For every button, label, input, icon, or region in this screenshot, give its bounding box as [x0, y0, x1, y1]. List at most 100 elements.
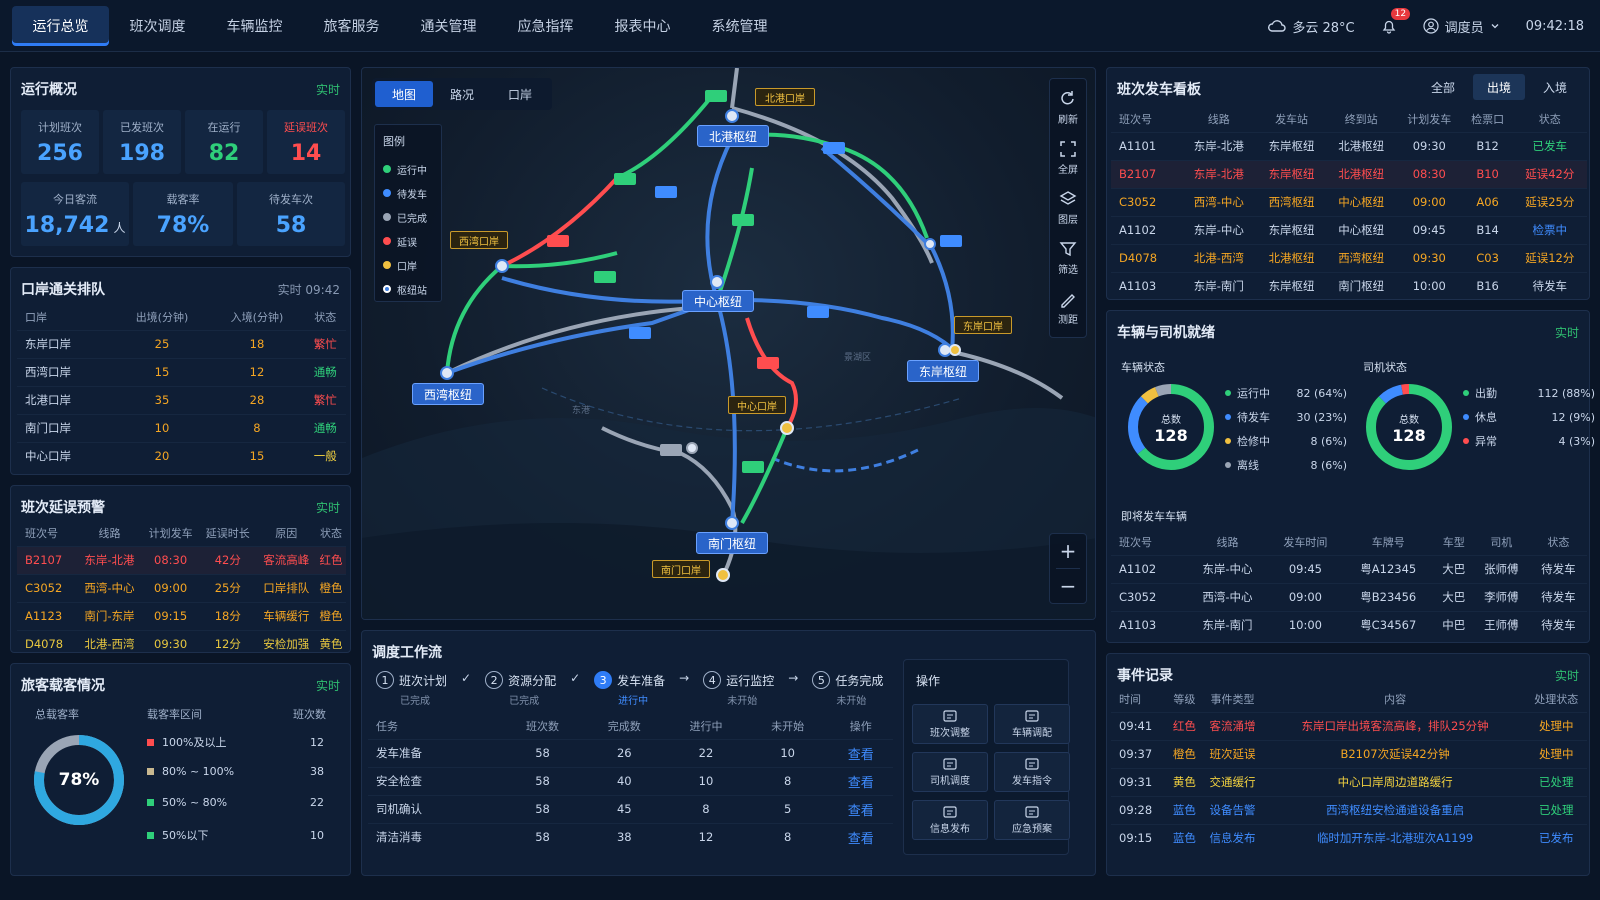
hub-label-west[interactable]: 西湾枢纽 — [412, 383, 484, 405]
table-row[interactable]: 安全检查 58 40 10 8 查看 — [368, 766, 893, 795]
table-cell: 延误42分 — [1512, 159, 1587, 188]
table-row[interactable]: 司机确认 58 45 8 5 查看 — [368, 794, 893, 823]
table-cell: 45 — [583, 794, 666, 823]
view-link[interactable]: 查看 — [828, 822, 893, 851]
map-tab[interactable]: 口岸 — [491, 81, 549, 107]
operation-button[interactable]: 发车指令 — [994, 752, 1070, 792]
table-cell: 中心口岸周边道路缓行 — [1264, 767, 1526, 796]
port-label-north[interactable]: 北港口岸 — [755, 88, 815, 106]
table-row[interactable]: 09:31 黄色 交通缓行 中心口岸周边道路缓行 已处理 — [1111, 767, 1587, 796]
bus-icon — [660, 444, 682, 456]
legend-label: 待发车 — [397, 189, 427, 201]
map-tool-refresh[interactable]: 刷新 — [1050, 83, 1086, 133]
table-cell: 38 — [583, 822, 666, 851]
table-row[interactable]: 09:41 红色 客流涌增 东岸口岸出境客流高峰，排队25分钟 处理中 — [1111, 711, 1587, 740]
user-menu[interactable]: 调度员 — [1422, 17, 1500, 36]
table-row[interactable]: A1101 东岸-北港 东岸枢纽 北港枢纽 09:30 B12 已发车 — [1111, 131, 1587, 160]
status-legend-label: 异常 — [1475, 435, 1497, 448]
table-row[interactable]: B2107 东岸-北港 东岸枢纽 北港枢纽 08:30 B10 延误42分 — [1111, 159, 1587, 188]
table-row[interactable]: D4078 北港-西湾 北港枢纽 西湾枢纽 09:30 C03 延误12分 — [1111, 243, 1587, 272]
table-row[interactable]: 北港口岸 35 28 繁忙 — [17, 385, 346, 414]
nav-tab[interactable]: 班次调度 — [109, 6, 206, 46]
port-label-west[interactable]: 西湾口岸 — [450, 231, 508, 249]
map-tool-ruler[interactable]: 测距 — [1050, 283, 1086, 333]
map-tool-fullscreen[interactable]: 全屏 — [1050, 133, 1086, 183]
board-tab[interactable]: 出境 — [1473, 74, 1525, 100]
workflow-step[interactable]: 5 任务完成 未开始 — [812, 671, 883, 707]
workflow-step[interactable]: 1 班次计划 已完成 — [376, 671, 447, 707]
map-tab[interactable]: 路况 — [433, 81, 491, 107]
map-tab[interactable]: 地图 — [375, 81, 433, 107]
table-row[interactable]: 中心口岸 20 15 一般 — [17, 441, 346, 470]
load-range-row: 50% ~ 80% 22 — [147, 796, 337, 809]
map-tool-layers[interactable]: 图层 — [1050, 183, 1086, 233]
table-cell: 发车准备 — [368, 738, 502, 767]
table-row[interactable]: A1123 南门-东岸 09:15 18分 车辆缓行 橙色 — [17, 601, 346, 630]
nav-tab[interactable]: 报表中心 — [594, 6, 691, 46]
column-header: 状态 — [314, 310, 337, 324]
legend-swatch — [147, 831, 154, 839]
table-row[interactable]: C3052 西湾-中心 09:00 25分 口岸排队 橙色 — [17, 573, 346, 602]
operation-button[interactable]: 班次调整 — [912, 704, 988, 744]
board-tab[interactable]: 入境 — [1529, 74, 1581, 100]
legend-dot — [383, 213, 391, 221]
operation-label: 司机调度 — [930, 775, 970, 787]
weather-text: 多云 28°C — [1292, 20, 1355, 36]
view-link[interactable]: 查看 — [828, 738, 893, 767]
table-row[interactable]: C3052 西湾-中心 09:00 粤B23456 大巴 李师傅 待发车 — [1111, 582, 1587, 611]
table-row[interactable]: 09:28 蓝色 设备告警 西湾枢纽安检通道设备重启 已处理 — [1111, 795, 1587, 824]
table-row[interactable]: A1103 东岸-南门 10:00 粤C34567 中巴 王师傅 待发车 — [1111, 610, 1587, 639]
hub-label-south[interactable]: 南门枢纽 — [696, 532, 768, 554]
view-link[interactable]: 查看 — [828, 794, 893, 823]
hub-label-east[interactable]: 东岸枢纽 — [907, 360, 979, 382]
table-row[interactable]: 发车准备 58 26 22 10 查看 — [368, 738, 893, 767]
table-row[interactable]: 09:15 蓝色 信息发布 临时加开东岸-北港班次A1199 已发布 — [1111, 823, 1587, 852]
operation-button[interactable]: 应急预案 — [994, 800, 1070, 840]
load-panel: 旅客载客情况 实时 总载客率 载客率区间 班次数 78% 100%及以上 12 80… — [10, 663, 351, 876]
port-label-center[interactable]: 中心口岸 — [728, 396, 786, 414]
route-map[interactable]: 景湖区 东港 北港枢纽 中心枢纽 西湾枢纽 东岸枢纽 南门枢纽 北港口岸 西湾口… — [361, 67, 1096, 620]
workflow-step[interactable]: 3 发车准备 进行中 — [594, 671, 665, 707]
event-log-live-tag: 实时 — [1554, 669, 1579, 683]
nav-tab[interactable]: 通关管理 — [400, 6, 497, 46]
table-cell: 蓝色 — [1168, 795, 1201, 824]
overview-live-tag: 实时 — [315, 83, 340, 97]
table-row[interactable]: A1103 东岸-南门 东岸枢纽 南门枢纽 10:00 B16 待发车 — [1111, 271, 1587, 300]
port-label-east[interactable]: 东岸口岸 — [954, 316, 1012, 334]
table-row[interactable]: B2107 东岸-北港 08:30 42分 客流高峰 红色 — [17, 545, 346, 574]
operation-button[interactable]: 信息发布 — [912, 800, 988, 840]
hub-label-center[interactable]: 中心枢纽 — [682, 290, 754, 312]
table-row[interactable]: C3052 西湾-中心 西湾枢纽 中心枢纽 09:00 A06 延误25分 — [1111, 187, 1587, 216]
zoom-out-button[interactable]: − — [1050, 569, 1086, 603]
workflow-step[interactable]: 4 运行监控 未开始 — [703, 671, 774, 707]
nav-tab[interactable]: 运行总览 — [12, 6, 109, 46]
table-cell: 已发车 — [1512, 131, 1587, 160]
nav-tab[interactable]: 车辆监控 — [206, 6, 303, 46]
nav-tab[interactable]: 旅客服务 — [303, 6, 400, 46]
table-cell: 东岸-北港 — [76, 545, 143, 574]
table-row[interactable]: 09:37 橙色 班次延误 B2107次延误42分钟 处理中 — [1111, 739, 1587, 768]
table-row[interactable]: 清洁消毒 58 38 12 8 查看 — [368, 822, 893, 851]
workflow-step[interactable]: 2 资源分配 已完成 — [485, 671, 556, 707]
hub-label-north[interactable]: 北港枢纽 — [697, 125, 769, 147]
operation-button[interactable]: 司机调度 — [912, 752, 988, 792]
nav-tab[interactable]: 应急指挥 — [497, 6, 594, 46]
table-row[interactable]: 西湾口岸 15 12 通畅 — [17, 357, 346, 386]
zoom-in-button[interactable]: + — [1050, 534, 1086, 568]
port-label-south[interactable]: 南门口岸 — [652, 560, 710, 578]
table-cell: 北港枢纽 — [1326, 131, 1396, 160]
table-row[interactable]: 东岸口岸 25 18 繁忙 — [17, 329, 346, 358]
operation-button[interactable]: 车辆调配 — [994, 704, 1070, 744]
table-row[interactable]: 南门口岸 10 8 通畅 — [17, 413, 346, 442]
view-link[interactable]: 查看 — [828, 766, 893, 795]
table-row[interactable]: A1102 东岸-中心 东岸枢纽 中心枢纽 09:45 B14 检票中 — [1111, 215, 1587, 244]
nav-tab[interactable]: 系统管理 — [691, 6, 788, 46]
board-tab[interactable]: 全部 — [1417, 74, 1469, 100]
map-view-tabs: 地图 路况 口岸 — [372, 78, 552, 110]
table-cell: 09:30 — [1396, 131, 1463, 160]
table-cell: 5 — [746, 794, 829, 823]
notification-button[interactable]: 12 — [1381, 8, 1411, 34]
map-tool-filter[interactable]: 筛选 — [1050, 233, 1086, 283]
table-row[interactable]: D4078 北港-西湾 09:30 12分 安检加强 黄色 — [17, 629, 346, 658]
table-row[interactable]: A1102 东岸-中心 09:45 粤A12345 大巴 张师傅 待发车 — [1111, 554, 1587, 583]
